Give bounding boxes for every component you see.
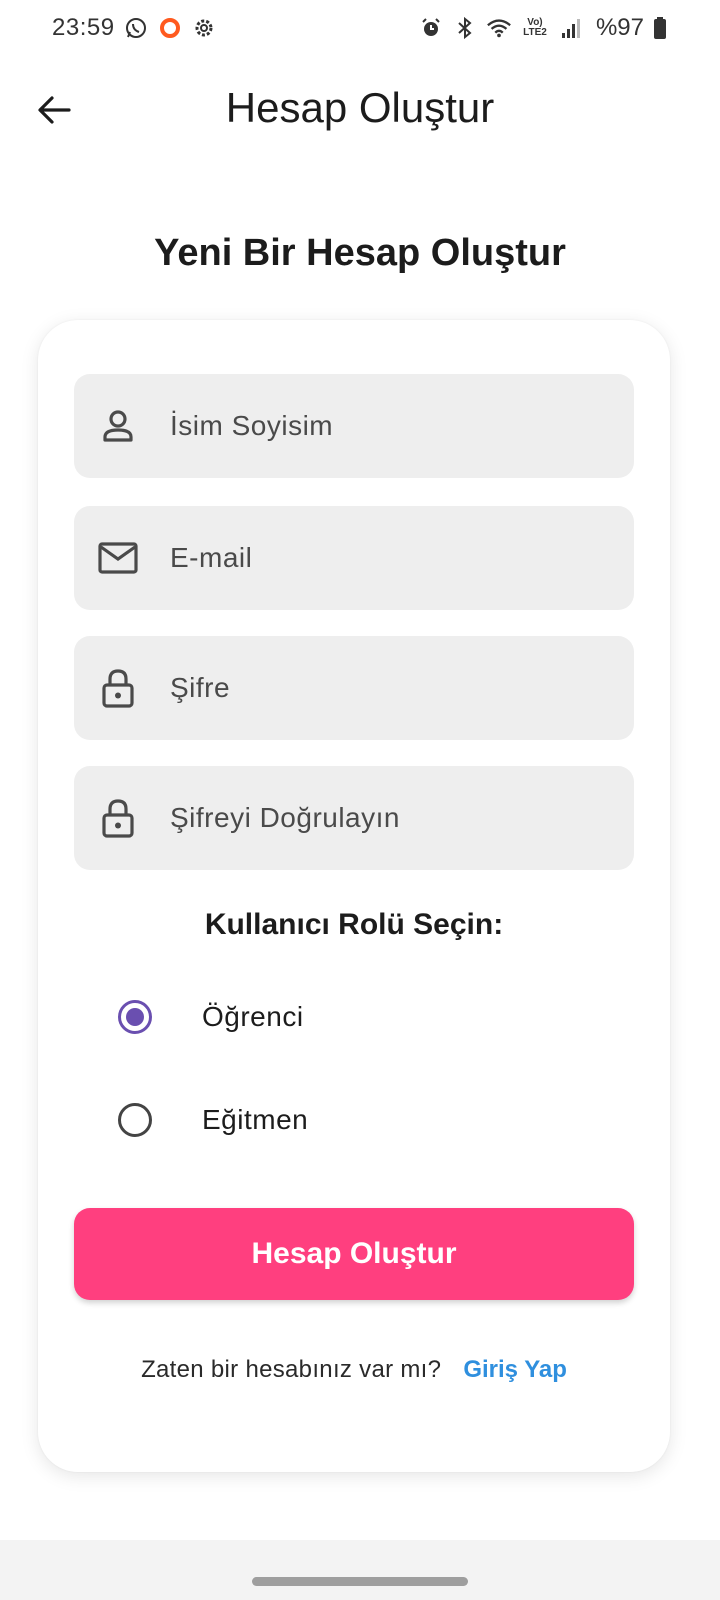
password-field[interactable] [74,636,634,740]
gear-icon [191,15,217,41]
status-left: 23:59 [52,14,217,42]
radio-button[interactable] [118,1103,152,1137]
status-right: Vo) LTE2 %97 [418,14,668,42]
screen: 23:59 Vo) LTE2 %97 Hesap Oluştur Yeni Bi… [0,0,720,1600]
app-title: Hesap Oluştur [225,84,495,131]
app-bar: Hesap Oluştur [0,70,720,150]
alarm-icon [418,15,444,41]
role-label-instructor: Eğitmen [202,1104,309,1135]
role-option-student[interactable]: Öğrenci [118,982,578,1052]
role-option-instructor[interactable]: Eğitmen [118,1085,578,1155]
login-question: Zaten bir hesabınız var mı? [141,1356,442,1383]
name-field[interactable] [74,374,634,478]
status-time: 23:59 [52,14,115,41]
password-input[interactable] [170,672,634,704]
navigation-bar [0,1540,720,1600]
email-input[interactable] [170,542,634,574]
page-heading: Yeni Bir Hesap Oluştur [154,232,566,274]
lock-icon [96,666,140,710]
radio-dot [126,1008,144,1026]
status-bar: 23:59 Vo) LTE2 %97 [0,0,720,56]
whatsapp-icon [123,15,149,41]
name-input[interactable] [170,410,634,442]
home-indicator[interactable] [252,1577,468,1586]
role-label-student: Öğrenci [202,1001,304,1032]
volte-bottom-text: LTE2 [523,27,547,38]
bluetooth-icon [452,15,478,41]
mail-icon [96,536,140,580]
circle-app-icon [157,15,183,41]
confirm-password-input[interactable] [170,802,634,834]
battery-icon [652,15,668,41]
login-link[interactable]: Giriş Yap [463,1356,567,1384]
confirm-password-field[interactable] [74,766,634,870]
role-title: Kullanıcı Rolü Seçin: [204,908,504,941]
wifi-icon [486,15,512,41]
radio-button-selected[interactable] [118,1000,152,1034]
create-account-button[interactable]: Hesap Oluştur [74,1208,634,1300]
battery-percent: %97 [595,14,644,41]
signup-card: Kullanıcı Rolü Seçin: Öğrenci Eğitmen He… [38,320,670,1472]
login-prompt: Zaten bir hesabınız var mı? Giriş Yap [38,1356,670,1384]
email-field[interactable] [74,506,634,610]
volte-lte2-icon: Vo) LTE2 [520,15,550,41]
lock-icon [96,796,140,840]
signal-icon [558,15,584,41]
person-icon [96,404,140,448]
